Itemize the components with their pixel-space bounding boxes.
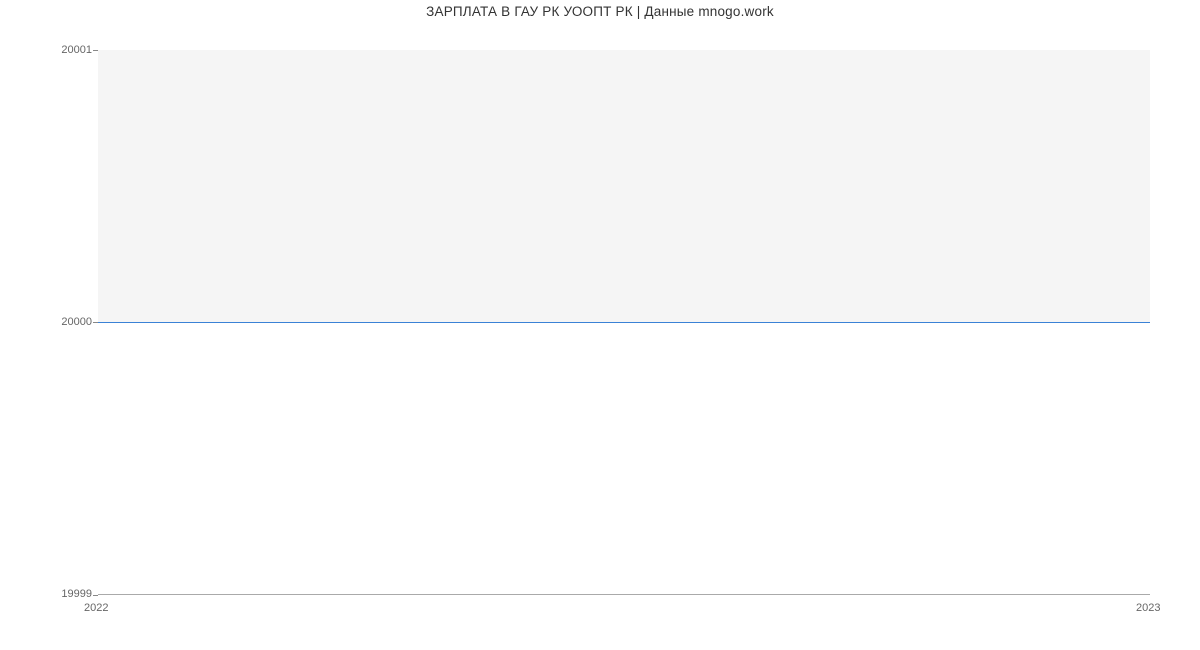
x-tick-label-end: 2023 [1136,602,1160,614]
salary-line-chart: ЗАРПЛАТА В ГАУ РК УООПТ РК | Данные mnog… [0,0,1200,650]
y-tick-label-min: 19999 [2,588,92,600]
plot-lower-region [98,323,1150,594]
y-tick-mark [93,595,98,596]
series-line-salary [98,322,1150,323]
plot-area [98,50,1150,595]
x-tick-label-start: 2022 [84,602,108,614]
chart-title: ЗАРПЛАТА В ГАУ РК УООПТ РК | Данные mnog… [0,4,1200,19]
y-tick-label-mid: 20000 [2,316,92,328]
y-tick-label-max: 20001 [2,44,92,56]
